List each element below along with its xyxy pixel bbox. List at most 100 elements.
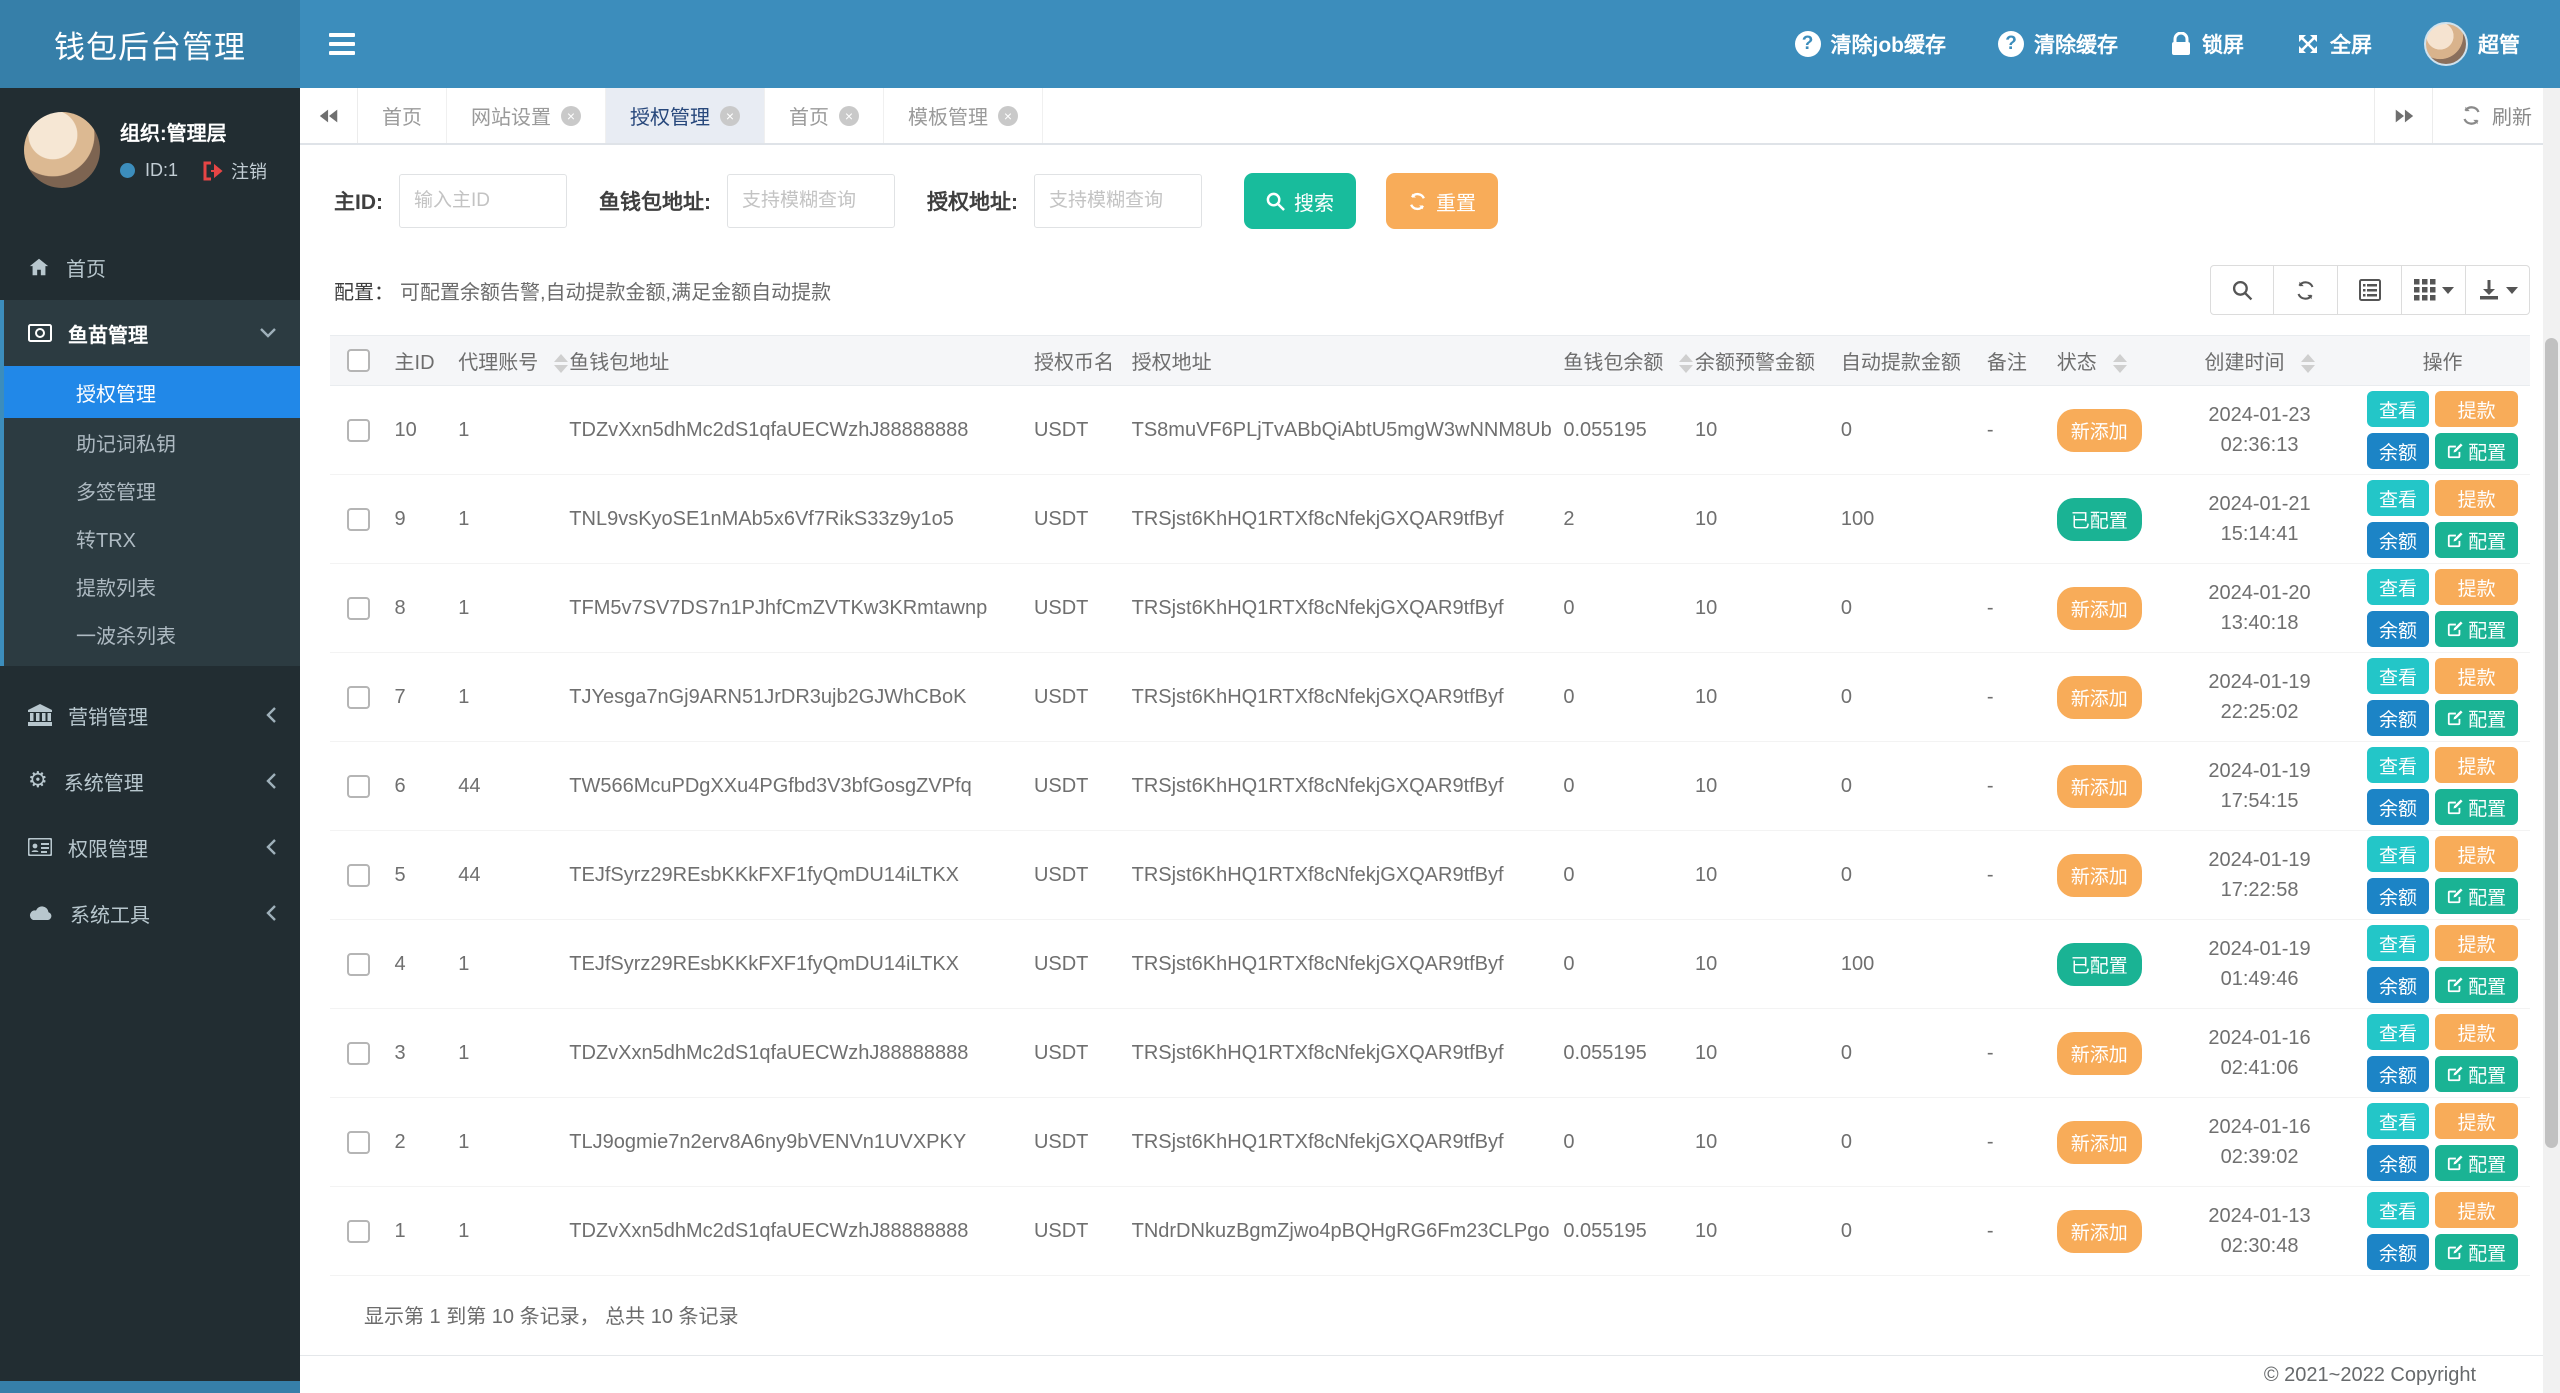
view-button[interactable]: 查看 — [2367, 569, 2430, 605]
sidebar-item-yibosha-list[interactable]: 一波杀列表 — [4, 610, 300, 658]
sort-icon[interactable] — [2112, 354, 2127, 374]
balance-button[interactable]: 余额 — [2367, 611, 2430, 647]
col-coin[interactable]: 授权币名 — [1025, 335, 1124, 386]
tab-home-2[interactable]: 首页 × — [765, 88, 884, 143]
config-button[interactable]: 配置 — [2435, 1056, 2519, 1092]
row-checkbox[interactable] — [346, 596, 370, 620]
sort-icon[interactable] — [2300, 354, 2315, 374]
toggle-view-button[interactable] — [2338, 265, 2402, 315]
row-checkbox[interactable] — [346, 1130, 370, 1154]
config-button[interactable]: 配置 — [2435, 433, 2519, 469]
view-button[interactable]: 查看 — [2367, 836, 2430, 872]
lock-screen-button[interactable]: 锁屏 — [2170, 29, 2244, 59]
clear-cache-button[interactable]: ? 清除缓存 — [1998, 29, 2118, 59]
config-button[interactable]: 配置 — [2435, 1234, 2519, 1270]
user-menu[interactable]: 超管 — [2424, 22, 2520, 66]
row-checkbox[interactable] — [346, 418, 370, 442]
balance-button[interactable]: 余额 — [2367, 1145, 2430, 1181]
export-button[interactable] — [2466, 265, 2530, 315]
sidebar-item-fish-management[interactable]: 鱼苗管理 — [4, 300, 300, 366]
col-wallet[interactable]: 鱼钱包地址 — [561, 335, 1026, 386]
sidebar-item-withdraw-list[interactable]: 提款列表 — [4, 562, 300, 610]
table-search-button[interactable] — [2210, 265, 2274, 315]
view-button[interactable]: 查看 — [2367, 1014, 2430, 1050]
config-button[interactable]: 配置 — [2435, 789, 2519, 825]
view-button[interactable]: 查看 — [2367, 480, 2430, 516]
sidebar-item-multisig[interactable]: 多签管理 — [4, 466, 300, 514]
balance-button[interactable]: 余额 — [2367, 700, 2430, 736]
col-status[interactable]: 状态 — [2048, 335, 2164, 386]
close-icon[interactable]: × — [720, 105, 740, 126]
tab-home[interactable]: 首页 — [358, 88, 447, 143]
col-warn-amount[interactable]: 余额预警金额 — [1686, 335, 1833, 386]
withdraw-button[interactable]: 提款 — [2435, 925, 2519, 961]
config-button[interactable]: 配置 — [2435, 1145, 2519, 1181]
sidebar-item-system-management[interactable]: ⚙ 系统管理 — [0, 748, 300, 814]
balance-button[interactable]: 余额 — [2367, 433, 2430, 469]
withdraw-button[interactable]: 提款 — [2435, 658, 2519, 694]
row-checkbox[interactable] — [346, 774, 370, 798]
tab-site-settings[interactable]: 网站设置 × — [447, 88, 606, 143]
search-button[interactable]: 搜索 — [1244, 173, 1356, 229]
balance-button[interactable]: 余额 — [2367, 1234, 2430, 1270]
withdraw-button[interactable]: 提款 — [2435, 1014, 2519, 1050]
fish-wallet-address-input[interactable] — [727, 174, 895, 228]
withdraw-button[interactable]: 提款 — [2435, 747, 2519, 783]
tabs-scroll-right-button[interactable] — [2374, 88, 2432, 143]
col-auth-addr[interactable]: 授权地址 — [1123, 335, 1556, 386]
sidebar-toggle-button[interactable] — [300, 0, 384, 88]
tab-template-management[interactable]: 模板管理 × — [884, 88, 1043, 143]
vertical-scrollbar[interactable] — [2543, 88, 2560, 1393]
withdraw-button[interactable]: 提款 — [2435, 836, 2519, 872]
tab-auth-management[interactable]: 授权管理 × — [606, 88, 765, 143]
auth-address-input[interactable] — [1034, 174, 1202, 228]
sidebar-item-permission-management[interactable]: 权限管理 — [0, 814, 300, 880]
main-id-input[interactable] — [399, 174, 567, 228]
logout-button[interactable]: 注销 — [202, 158, 267, 184]
sidebar-item-marketing[interactable]: 营销管理 — [0, 682, 300, 748]
withdraw-button[interactable]: 提款 — [2435, 569, 2519, 605]
withdraw-button[interactable]: 提款 — [2435, 480, 2519, 516]
tabs-scroll-left-button[interactable] — [300, 88, 358, 143]
table-refresh-button[interactable] — [2274, 265, 2338, 315]
clear-job-cache-button[interactable]: ? 清除job缓存 — [1794, 29, 1946, 59]
sort-icon[interactable] — [554, 354, 569, 374]
config-button[interactable]: 配置 — [2435, 522, 2519, 558]
scrollbar-thumb[interactable] — [2545, 338, 2558, 1148]
view-button[interactable]: 查看 — [2367, 1103, 2430, 1139]
config-button[interactable]: 配置 — [2435, 700, 2519, 736]
config-button[interactable]: 配置 — [2435, 611, 2519, 647]
view-button[interactable]: 查看 — [2367, 1192, 2430, 1228]
sidebar-item-system-tools[interactable]: 系统工具 — [0, 880, 300, 946]
row-checkbox[interactable] — [346, 507, 370, 531]
select-all-checkbox[interactable] — [346, 349, 370, 373]
balance-button[interactable]: 余额 — [2367, 789, 2430, 825]
row-checkbox[interactable] — [346, 952, 370, 976]
fullscreen-button[interactable]: 全屏 — [2296, 29, 2372, 59]
col-balance[interactable]: 鱼钱包余额 — [1555, 335, 1694, 386]
sidebar-item-home[interactable]: 首页 — [0, 234, 300, 300]
col-auto-amount[interactable]: 自动提款金额 — [1832, 335, 1979, 386]
col-created[interactable]: 创建时间 — [2163, 335, 2356, 386]
config-button[interactable]: 配置 — [2435, 967, 2519, 1003]
row-checkbox[interactable] — [346, 863, 370, 887]
columns-button[interactable] — [2402, 265, 2466, 315]
view-button[interactable]: 查看 — [2367, 925, 2430, 961]
withdraw-button[interactable]: 提款 — [2435, 1192, 2519, 1228]
col-remark[interactable]: 备注 — [1978, 335, 2049, 386]
sort-icon[interactable] — [1679, 354, 1694, 374]
withdraw-button[interactable]: 提款 — [2435, 1103, 2519, 1139]
config-button[interactable]: 配置 — [2435, 878, 2519, 914]
view-button[interactable]: 查看 — [2367, 747, 2430, 783]
withdraw-button[interactable]: 提款 — [2435, 391, 2519, 427]
close-icon[interactable]: × — [998, 105, 1018, 126]
col-main-id[interactable]: 主ID — [386, 335, 451, 386]
sidebar-item-trx-transfer[interactable]: 转TRX — [4, 514, 300, 562]
balance-button[interactable]: 余额 — [2367, 878, 2430, 914]
row-checkbox[interactable] — [346, 1219, 370, 1243]
row-checkbox[interactable] — [346, 1041, 370, 1065]
sidebar-item-mnemonic-keys[interactable]: 助记词私钥 — [4, 418, 300, 466]
close-icon[interactable]: × — [561, 105, 581, 126]
reset-button[interactable]: 重置 — [1386, 173, 1498, 229]
col-agent[interactable]: 代理账号 — [450, 335, 569, 386]
